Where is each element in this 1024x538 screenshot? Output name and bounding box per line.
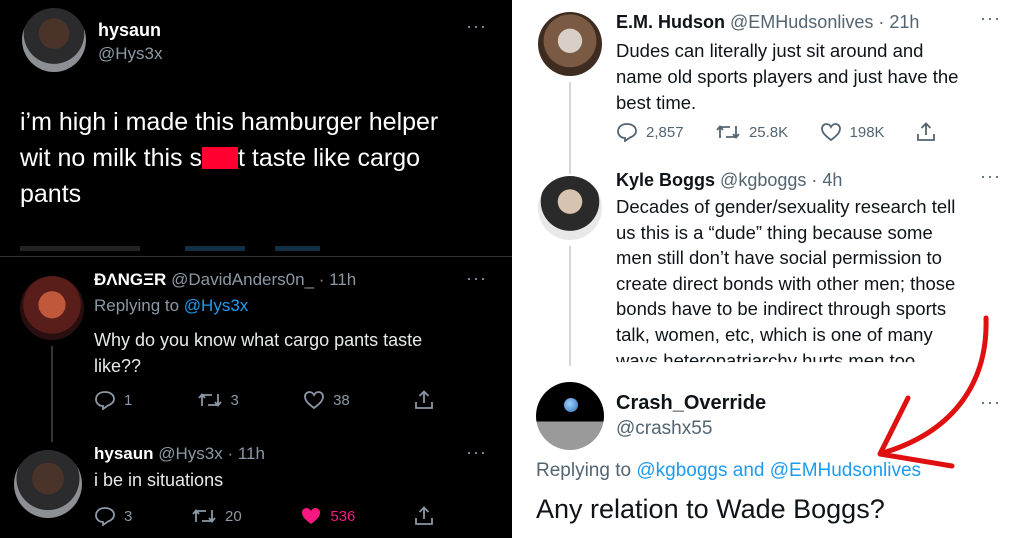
retweet-button[interactable]: 20	[191, 506, 242, 526]
reply-text: i be in situations	[94, 470, 224, 490]
handle-time[interactable]: @DavidAnders0n_ · 11h	[171, 270, 356, 289]
censor-bar	[201, 147, 238, 169]
display-name[interactable]: hysaun	[94, 444, 154, 463]
handle[interactable]: @Hys3x	[98, 44, 163, 64]
reply-count: 3	[124, 507, 133, 525]
red-arrow-annotation	[877, 315, 989, 469]
like-button[interactable]: 536	[300, 506, 355, 526]
panel-divider	[512, 0, 516, 538]
avatar-hysaun-reply[interactable]	[14, 450, 82, 518]
share-icon	[415, 506, 433, 525]
tweet-text-line3: pants	[20, 180, 82, 208]
left-screenshot-panel: hysaun @Hys3x ··· i’m high i made this h…	[0, 0, 512, 538]
like-count: 38	[333, 391, 350, 409]
share-button[interactable]	[414, 506, 434, 526]
like-button[interactable]: 38	[303, 390, 350, 410]
tweet-actions: 3 20 536	[94, 506, 434, 526]
retweet-icon	[197, 393, 222, 407]
display-name[interactable]: hysaun	[98, 20, 161, 41]
heart-filled-icon	[302, 508, 321, 524]
cutoff-timestamp-line	[20, 246, 320, 251]
share-button[interactable]	[414, 390, 434, 410]
tweet-actions: 1 3 38	[94, 390, 434, 410]
handle-time[interactable]: @Hys3x · 11h	[158, 444, 265, 463]
more-options-icon[interactable]: ···	[466, 268, 487, 289]
reply-count: 1	[124, 391, 133, 409]
reply-header: hysaun @Hys3x · 11h	[94, 444, 265, 464]
divider	[0, 256, 512, 257]
display-name[interactable]: ÐΛNGΞR	[94, 270, 166, 289]
thread-line	[51, 346, 53, 442]
tweet-text-line1: i’m high i made this hamburger helper	[20, 108, 439, 136]
avatar-hysaun[interactable]	[22, 8, 86, 72]
reply-button[interactable]: 1	[94, 390, 132, 410]
tweet-text-line2-a: wit no milk this s	[20, 144, 202, 172]
retweet-count: 3	[230, 391, 239, 409]
more-options-icon[interactable]: ···	[466, 16, 487, 37]
right-screenshot-panel: E.M. Hudson @EMHudsonlives · 21h ··· Dud…	[516, 0, 1024, 538]
avatar-danger[interactable]	[20, 276, 84, 340]
replying-to-handle[interactable]: @Hys3x	[184, 296, 249, 315]
replying-to: Replying to @Hys3x	[94, 296, 248, 316]
tweet-text-line2: wit no milk this s t taste like cargo	[20, 144, 420, 173]
share-icon	[415, 390, 433, 409]
reply-button[interactable]: 3	[94, 506, 132, 526]
reply-text-line2: like??	[94, 356, 142, 376]
retweet-count: 20	[224, 507, 242, 525]
retweet-button[interactable]: 3	[197, 390, 239, 410]
replying-to-prefix: Replying to	[94, 296, 184, 315]
retweet-icon	[192, 509, 216, 523]
reply-header: ÐΛNGΞR @DavidAnders0n_ · 11h	[94, 270, 356, 290]
like-count: 536	[330, 507, 356, 525]
reply-icon	[95, 391, 115, 410]
tweet-text-line2-b: t taste like cargo	[237, 144, 421, 172]
heart-icon	[304, 391, 324, 410]
reply-icon	[95, 507, 115, 526]
more-options-icon[interactable]: ···	[466, 442, 487, 463]
reply-text-line1: Why do you know what cargo pants taste	[94, 330, 423, 350]
